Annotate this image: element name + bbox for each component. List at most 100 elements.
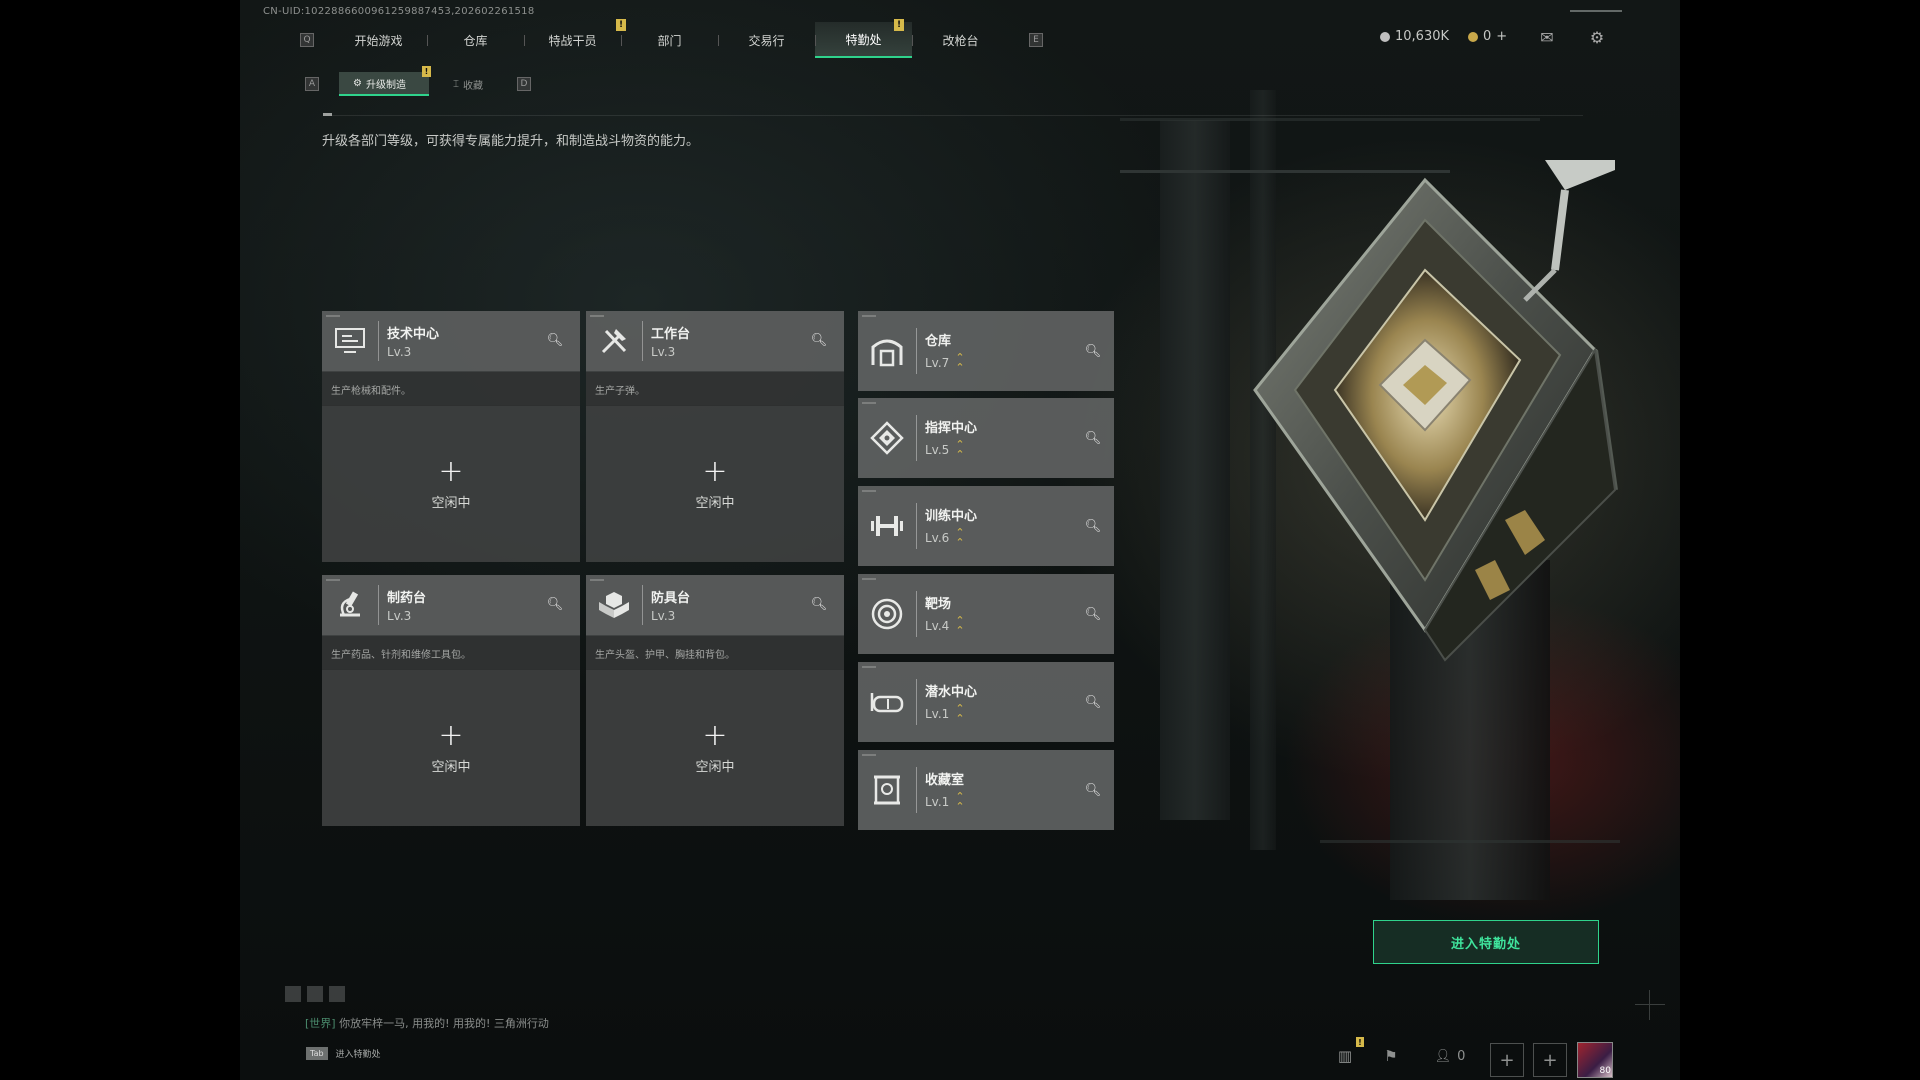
upgrade-arrow-icon: ⌃ ⌃	[955, 789, 965, 813]
facility-description: 生产头盔、护甲、胸挂和背包。	[586, 635, 844, 669]
nav-next-key[interactable]: E	[1029, 33, 1043, 47]
facility-name: 潜水中心	[925, 684, 978, 700]
letterbox-left	[0, 0, 240, 1080]
main-nav: Q 开始游戏 仓库 特战干员 部门! 交易行 特勤处! 改枪台 E	[300, 19, 1043, 58]
tab-departments[interactable]: 部门!	[616, 19, 718, 58]
facility-level: Lv.3	[651, 345, 676, 359]
flag-icon[interactable]: ⚑	[1380, 1045, 1402, 1067]
silver-amount: 10,630K	[1395, 29, 1450, 44]
tab-key-hint[interactable]: Tab 进入特勤处	[306, 1047, 381, 1060]
facility-card-training-center[interactable]: 训练中心 Lv.6 ⌃ ⌃ 🔍︎	[858, 486, 1114, 566]
facility-level: Lv.6	[925, 530, 950, 545]
facility-level: Lv.1	[925, 706, 950, 721]
search-icon[interactable]: 🔍︎	[1084, 517, 1102, 535]
subtab-next-key[interactable]: D	[517, 77, 531, 91]
upgrade-arrow-icon: ⌃ ⌃	[955, 437, 965, 461]
add-teammate-button[interactable]: +	[1533, 1043, 1567, 1077]
search-icon[interactable]: 🔍︎	[1084, 605, 1102, 623]
tab-operators[interactable]: 特战干员	[524, 22, 621, 58]
slot-status: 空闲中	[695, 759, 735, 775]
tools-icon	[586, 311, 642, 371]
facility-name: 收藏室	[925, 772, 965, 788]
facility-description: 生产子弹。	[586, 371, 844, 405]
facility-card-armor-bench[interactable]: 防具台 Lv.3 🔍︎ 生产头盔、护甲、胸挂和背包。 + 空闲中	[586, 575, 844, 826]
plus-icon: +	[702, 453, 728, 489]
avatar-level: 80	[1599, 1066, 1611, 1076]
facility-card-warehouse[interactable]: 仓库 Lv.7 ⌃ ⌃ 🔍︎	[858, 311, 1114, 391]
facility-card-tech-center[interactable]: 技术中心 Lv.3 🔍︎ 生产枪械和配件。 + 空闲中	[322, 311, 580, 562]
alert-badge: !	[616, 19, 626, 31]
facility-card-shooting-range[interactable]: 靶场 Lv.4 ⌃ ⌃ 🔍︎	[858, 574, 1114, 654]
corner-decoration	[1635, 990, 1665, 1020]
letterbox-right	[1680, 0, 1920, 1080]
gold-coin-icon	[1468, 31, 1478, 42]
mail-icon[interactable]: ✉	[1537, 28, 1557, 47]
enter-special-ops-button[interactable]: 进入特勤处	[1373, 920, 1599, 964]
production-slot[interactable]: + 空闲中	[586, 669, 844, 826]
search-icon[interactable]: 🔍︎	[1084, 429, 1102, 447]
warehouse-icon	[858, 311, 916, 391]
facility-name: 制药台	[387, 591, 427, 606]
alert-badge: !	[422, 66, 431, 77]
armor-icon	[586, 575, 642, 635]
add-currency-button[interactable]: +	[1496, 29, 1507, 44]
chat-tab[interactable]	[285, 986, 301, 1002]
divider	[323, 115, 1583, 116]
tab-trading[interactable]: 交易行	[718, 22, 815, 58]
command-icon	[858, 398, 916, 478]
tab-special-ops[interactable]: 特勤处!	[815, 19, 912, 58]
gold-amount: 0	[1483, 29, 1492, 44]
plus-icon: +	[702, 717, 728, 753]
search-icon[interactable]: 🔍︎	[546, 331, 564, 349]
search-icon[interactable]: 🔍︎	[1084, 781, 1102, 799]
facility-card-collection-room[interactable]: 收藏室 Lv.1 ⌃ ⌃ 🔍︎	[858, 750, 1114, 830]
add-teammate-button[interactable]: +	[1490, 1043, 1524, 1077]
friends-icon[interactable]: 👤︎ 0	[1430, 1045, 1470, 1067]
silver-currency[interactable]: 10,630K	[1380, 29, 1449, 44]
plus-icon: +	[438, 717, 464, 753]
facility-card-diving-center[interactable]: 潜水中心 Lv.1 ⌃ ⌃ 🔍︎	[858, 662, 1114, 742]
special-ops-cube-illustration	[1225, 150, 1625, 680]
tab-key: Tab	[306, 1047, 328, 1060]
slot-status: 空闲中	[695, 495, 735, 511]
facility-name: 靶场	[925, 596, 952, 612]
facility-description: 生产枪械和配件。	[322, 371, 580, 405]
facility-card-workbench[interactable]: 工作台 Lv.3 🔍︎ 生产子弹。 + 空闲中	[586, 311, 844, 562]
tab-start-game[interactable]: 开始游戏	[330, 22, 427, 58]
alert-badge: !	[894, 19, 904, 31]
search-icon[interactable]: 🔍︎	[810, 595, 828, 613]
alert-badge: !	[1356, 1037, 1364, 1047]
player-uid: CN-UID:1022886600961259887453,2026022615…	[263, 6, 535, 17]
gear-icon[interactable]: ⚙	[1587, 28, 1607, 47]
friends-count: 0	[1457, 1048, 1466, 1064]
microscope-icon	[322, 575, 378, 635]
facility-name: 训练中心	[925, 508, 978, 524]
facility-name: 工作台	[651, 327, 691, 342]
gold-currency[interactable]: 0 +	[1468, 29, 1507, 44]
search-icon[interactable]: 🔍︎	[810, 331, 828, 349]
subtab-upgrade-craft[interactable]: ⚙ 升级制造 !	[339, 66, 431, 96]
upgrade-arrow-icon: ⌃ ⌃	[955, 350, 965, 374]
tab-gunsmith[interactable]: 改枪台	[912, 22, 1009, 58]
chat-text: 你放牢梓一马, 用我的! 用我的! 三角洲行动	[339, 1017, 549, 1030]
production-slot[interactable]: + 空闲中	[586, 405, 844, 562]
chat-message[interactable]: [世界] 你放牢梓一马, 用我的! 用我的! 三角洲行动	[305, 1015, 549, 1031]
facility-name: 指挥中心	[925, 420, 978, 436]
facility-card-pharmacy[interactable]: 制药台 Lv.3 🔍︎ 生产药品、针剂和维修工具包。 + 空闲中	[322, 575, 580, 826]
stats-icon[interactable]: ▥	[1334, 1045, 1356, 1067]
search-icon[interactable]: 🔍︎	[1084, 693, 1102, 711]
nav-prev-key[interactable]: Q	[300, 33, 314, 47]
avatar[interactable]: 80	[1577, 1042, 1613, 1078]
search-icon[interactable]: 🔍︎	[1084, 342, 1102, 360]
subtab-prev-key[interactable]: A	[305, 77, 319, 91]
production-slot[interactable]: + 空闲中	[322, 669, 580, 826]
chat-tab[interactable]	[307, 986, 323, 1002]
search-icon[interactable]: 🔍︎	[546, 595, 564, 613]
facility-card-command-center[interactable]: 指挥中心 Lv.5 ⌃ ⌃ 🔍︎	[858, 398, 1114, 478]
plus-icon: +	[438, 453, 464, 489]
subtab-collection[interactable]: ⌶ 收藏	[439, 72, 497, 96]
chat-tab[interactable]	[329, 986, 345, 1002]
tab-warehouse[interactable]: 仓库	[427, 22, 524, 58]
production-slot[interactable]: + 空闲中	[322, 405, 580, 562]
slot-status: 空闲中	[431, 495, 471, 511]
